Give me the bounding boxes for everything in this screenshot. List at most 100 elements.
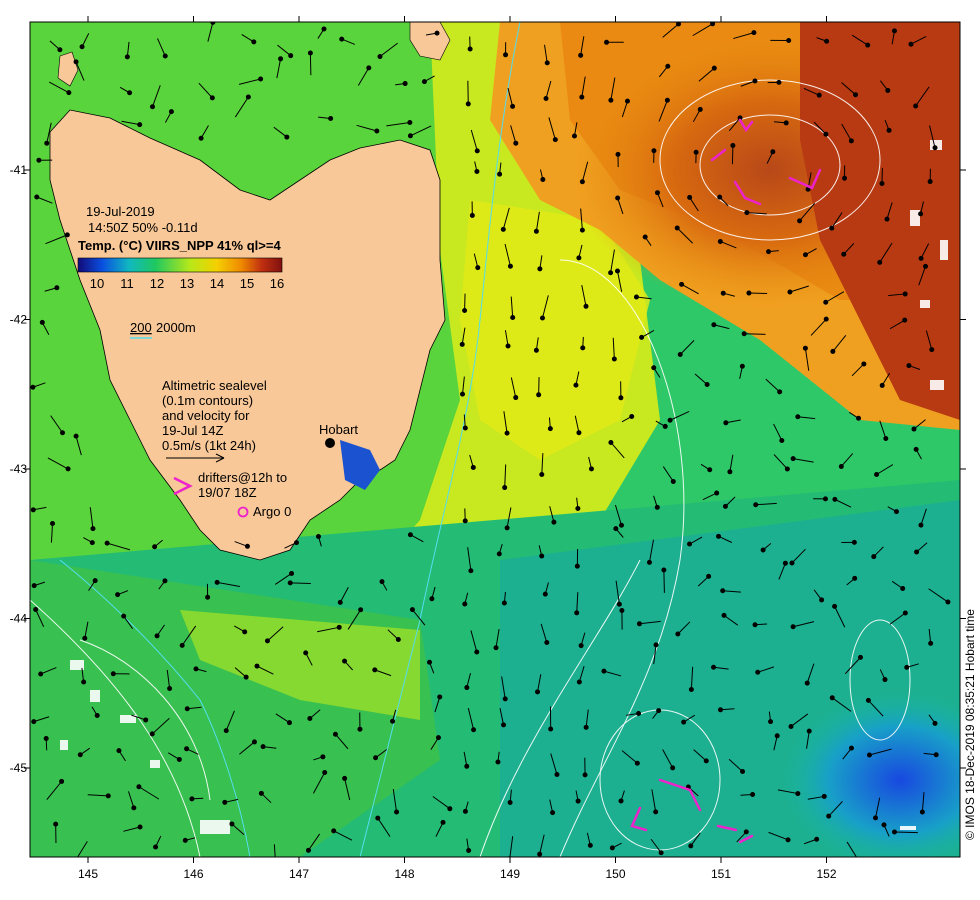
velocity-arrow — [290, 582, 311, 585]
velocity-arrow-head — [787, 289, 793, 295]
velocity-arrow-head — [320, 754, 326, 760]
velocity-arrow-head — [913, 446, 919, 452]
velocity-arrow-head — [629, 413, 635, 419]
velocity-arrow-head — [496, 551, 502, 557]
velocity-arrow-head — [679, 281, 685, 287]
velocity-arrow-head — [615, 151, 621, 157]
velocity-arrow-head — [539, 472, 545, 478]
lat-tick-label: -45 — [10, 761, 28, 775]
velocity-arrow-head — [150, 104, 156, 110]
velocity-arrow-head — [786, 37, 792, 43]
colorbar-tick-label: 13 — [180, 276, 194, 291]
velocity-arrow-head — [857, 654, 863, 660]
velocity-arrow-head — [662, 423, 668, 429]
velocity-arrow-head — [540, 176, 546, 182]
velocity-arrow-head — [574, 610, 580, 616]
velocity-arrow-head — [94, 713, 100, 719]
velocity-arrow-head — [900, 586, 906, 592]
velocity-arrow-head — [750, 792, 756, 798]
velocity-arrow-head — [740, 769, 746, 775]
velocity-arrow-head — [618, 798, 624, 804]
velocity-arrow-head — [576, 679, 582, 685]
velocity-arrow-head — [510, 314, 516, 320]
velocity-arrow-head — [168, 109, 174, 115]
velocity-arrow-head — [611, 356, 617, 362]
velocity-arrow-head — [576, 255, 582, 261]
velocity-arrow-head — [802, 345, 808, 351]
velocity-arrow-head — [328, 116, 334, 122]
velocity-arrow-head — [573, 382, 579, 388]
velocity-arrow-head — [513, 395, 519, 401]
velocity-arrow-head — [214, 579, 220, 585]
velocity-arrow-head — [619, 607, 625, 613]
velocity-arrow-head — [462, 307, 468, 313]
velocity-arrow-head — [136, 784, 142, 790]
velocity-arrow-head — [435, 735, 441, 741]
velocity-arrow-head — [789, 560, 795, 566]
velocity-arrow-head — [251, 739, 257, 745]
velocity-arrow-head — [783, 120, 789, 126]
velocity-arrow-head — [394, 809, 400, 815]
velocity-arrow-head — [578, 52, 584, 58]
velocity-arrow-head — [753, 502, 759, 508]
velocity-arrow-head — [554, 772, 560, 778]
velocity-arrow-head — [242, 629, 248, 635]
velocity-arrow-head — [287, 580, 293, 586]
velocity-arrow-head — [653, 809, 659, 815]
velocity-arrow-head — [906, 363, 912, 369]
velocity-arrow-head — [373, 755, 379, 761]
lon-tick-label: 148 — [394, 867, 414, 881]
velocity-arrow-head — [321, 26, 327, 32]
velocity-arrow-head — [881, 822, 887, 828]
velocity-arrow-head — [537, 851, 543, 857]
velocity-arrow-head — [579, 94, 585, 100]
velocity-arrow-head — [251, 39, 257, 45]
velocity-arrow-head — [636, 710, 642, 716]
lon-tick-label: 151 — [711, 867, 731, 881]
velocity-arrow-head — [407, 133, 413, 139]
velocity-arrow-head — [755, 669, 761, 675]
velocity-arrow-head — [121, 613, 127, 619]
velocity-arrow-head — [693, 149, 699, 155]
velocity-arrow-head — [105, 793, 111, 799]
velocity-arrow-head — [407, 120, 413, 126]
velocity-arrow-head — [372, 667, 378, 673]
velocity-arrow-head — [66, 90, 72, 96]
velocity-arrow-head — [73, 59, 79, 65]
velocity-arrow-head — [802, 252, 808, 258]
velocity-arrow-head — [639, 334, 645, 340]
velocity-arrow-head — [608, 270, 614, 276]
velocity-arrow-head — [587, 842, 593, 848]
velocity-arrow-head — [932, 145, 938, 151]
velocity-arrow-head — [841, 251, 847, 257]
velocity-arrow-head — [824, 38, 830, 44]
velocity-arrow-head — [752, 78, 758, 84]
velocity-arrow-head — [379, 579, 385, 585]
depth-legend-200: 200 — [130, 320, 152, 335]
velocity-arrow-head — [646, 559, 652, 565]
colorbar-tick-label: 14 — [210, 276, 224, 291]
velocity-arrow-head — [264, 638, 270, 644]
velocity-arrow-head — [821, 793, 827, 799]
velocity-arrow-head — [618, 395, 624, 401]
velocity-arrow-head — [342, 775, 348, 781]
velocity-arrow-head — [307, 50, 313, 56]
velocity-arrow-head — [475, 265, 481, 271]
lon-tick-label: 146 — [183, 867, 203, 881]
velocity-arrow-head — [421, 79, 427, 85]
velocity-arrow-head — [198, 135, 204, 141]
velocity-arrow-head — [914, 549, 920, 555]
velocity-arrow-head — [703, 758, 709, 764]
velocity-arrow-head — [44, 140, 50, 146]
velocity-arrow-head — [286, 720, 292, 726]
velocity-arrow-head — [908, 41, 914, 47]
velocity-arrow-head — [427, 659, 433, 665]
velocity-arrow-head — [574, 563, 580, 569]
velocity-arrow-head — [409, 607, 415, 613]
velocity-arrow-head — [289, 570, 295, 576]
velocity-arrow-head — [539, 553, 545, 559]
velocity-arrow-head — [90, 526, 96, 532]
velocity-arrow-head — [704, 382, 710, 388]
velocity-arrow-head — [717, 707, 723, 713]
velocity-arrow-head — [848, 138, 854, 144]
